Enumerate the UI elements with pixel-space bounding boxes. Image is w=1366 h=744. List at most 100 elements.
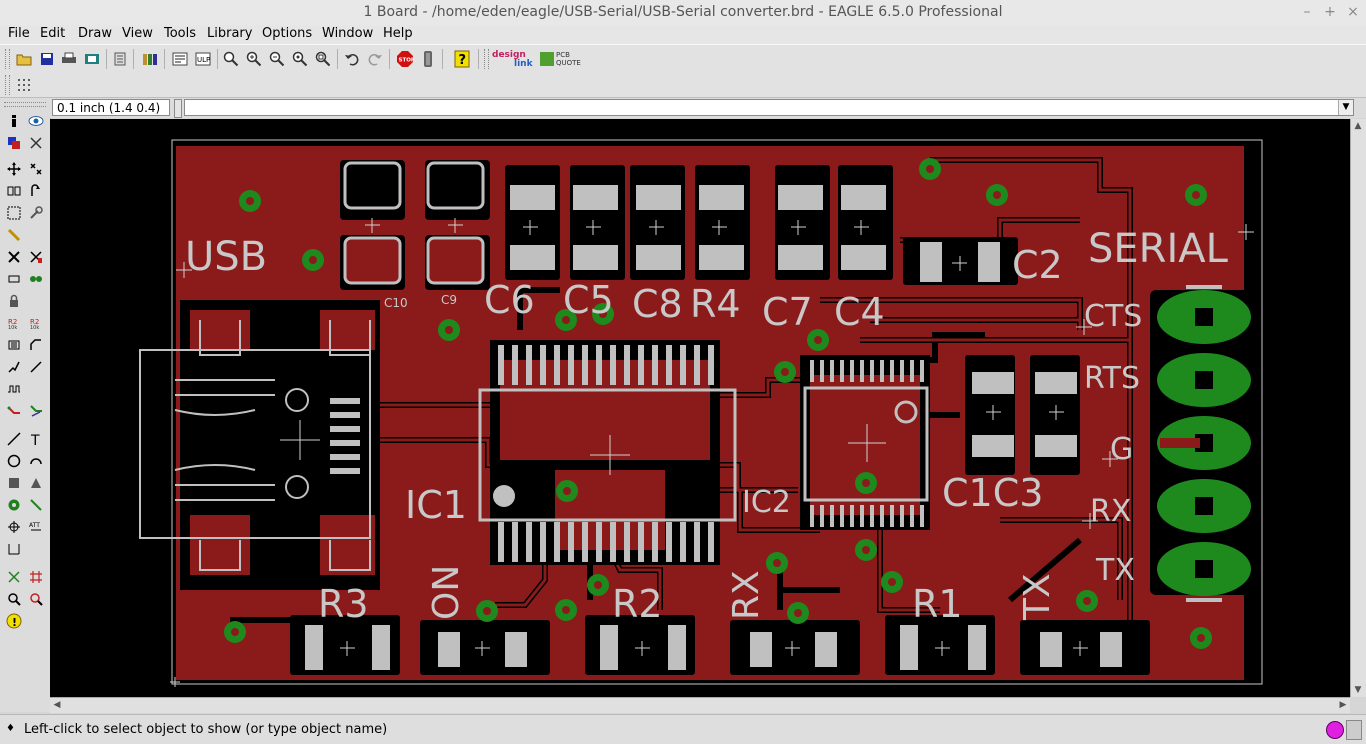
menu-options[interactable]: Options [262,26,312,41]
name-icon[interactable]: R2 10k [5,314,23,332]
zoom-in-icon[interactable] [244,49,264,69]
maximize-button[interactable]: + [1321,4,1339,20]
pinswap-icon[interactable] [5,270,23,288]
replace-icon[interactable] [27,270,45,288]
meander-icon[interactable] [5,380,23,398]
rect-icon[interactable] [5,474,23,492]
vertical-scrollbar[interactable]: ▲ ▼ [1350,119,1366,697]
miter-icon[interactable] [27,336,45,354]
errors-icon[interactable]: ! [5,612,23,630]
status-indicator [1326,721,1344,739]
drc-icon[interactable] [27,590,45,608]
menu-file[interactable]: File [8,26,30,41]
info-icon[interactable] [5,112,23,130]
display-icon[interactable] [5,134,23,152]
toolbar-grip[interactable] [484,49,489,69]
rotate-icon[interactable] [27,182,45,200]
auto-icon[interactable] [27,568,45,586]
dimension-icon[interactable] [5,540,23,558]
cam-icon[interactable] [82,49,102,69]
ulp-icon[interactable]: ULP [193,49,213,69]
board-canvas[interactable]: USB SERIAL C10 C9 C6 C5 C8 R4 C7 C4 C2 C… [50,119,1350,697]
copy-icon[interactable] [27,160,45,178]
ic2-label: IC2 [742,485,791,520]
save-icon[interactable] [37,49,57,69]
via-icon[interactable] [5,496,23,514]
mark-icon[interactable] [27,134,45,152]
design-link-icon[interactable]: design link [492,50,533,70]
move-icon[interactable] [5,160,23,178]
script-icon[interactable] [110,49,130,69]
optimize-icon[interactable] [27,358,45,376]
svg-text:?: ? [459,53,467,68]
command-history-dropdown[interactable]: ▼ [1338,100,1353,115]
zoom-redraw-icon[interactable] [290,49,310,69]
scroll-left-arrow[interactable]: ◀ [50,698,64,712]
pcb-quote-icon[interactable]: PCB QUOTE [540,51,581,69]
go-icon[interactable] [418,49,438,69]
menu-window[interactable]: Window [322,26,373,41]
attribute-icon[interactable]: ATT [27,518,45,536]
value-icon[interactable]: R2 10k [27,314,45,332]
grid-icon[interactable] [14,75,34,95]
menu-view[interactable]: View [122,26,153,41]
mirror-icon[interactable] [5,182,23,200]
open-icon[interactable] [14,49,34,69]
circle-icon[interactable] [5,452,23,470]
zoom-fit-icon[interactable] [221,49,241,69]
scroll-up-arrow[interactable]: ▲ [1351,119,1365,133]
library-icon[interactable] [140,49,160,69]
close-button[interactable]: × [1344,4,1362,20]
route-icon[interactable] [5,402,23,420]
menu-library[interactable]: Library [207,26,252,41]
toolbar-grip[interactable] [5,75,10,95]
scroll-right-arrow[interactable]: ▶ [1336,698,1350,712]
run-script-icon[interactable] [170,49,190,69]
g-label: G [1110,432,1133,467]
ratsnest-icon[interactable] [5,568,23,586]
group-icon[interactable] [5,204,23,222]
redo-icon[interactable] [365,49,385,69]
signal-icon[interactable] [27,496,45,514]
polygon-icon[interactable] [27,474,45,492]
show-icon[interactable] [27,112,45,130]
text-icon[interactable]: T [27,430,45,448]
zoom-out-icon[interactable] [267,49,287,69]
add-icon[interactable] [27,248,45,266]
horizontal-scrollbar[interactable]: ◀ ▶ [50,697,1350,713]
zoom-select-icon[interactable] [313,49,333,69]
paste-icon[interactable] [5,226,23,244]
wire-icon[interactable] [5,430,23,448]
delete-icon[interactable] [5,248,23,266]
toolbar-separator [389,49,390,69]
help-icon[interactable]: ? [452,49,472,69]
title-bar: 1 Board - /home/eden/eagle/USB-Serial/US… [0,0,1366,26]
split-icon[interactable] [5,358,23,376]
stop-icon[interactable]: STOP [395,49,415,69]
r3-label: R3 [318,582,369,626]
smash-icon[interactable] [5,336,23,354]
change-icon[interactable] [27,204,45,222]
menu-draw[interactable]: Draw [78,26,112,41]
svg-text:ULP: ULP [197,56,210,64]
menu-tools[interactable]: Tools [164,26,196,41]
hole-icon[interactable] [5,518,23,536]
c10-label: C10 [384,296,408,310]
print-icon[interactable] [59,49,79,69]
undo-icon[interactable] [342,49,362,69]
command-row: 0.1 inch (1.4 0.4) ▼ [50,98,1366,118]
scroll-down-arrow[interactable]: ▼ [1351,683,1365,697]
arc-icon[interactable] [27,452,45,470]
erc-icon[interactable] [5,590,23,608]
menu-help[interactable]: Help [383,26,413,41]
palette-grip[interactable] [4,102,46,107]
toolbar-grip[interactable] [5,49,10,69]
command-input[interactable]: ▼ [184,99,1354,116]
status-scroll-grip[interactable] [1346,720,1362,740]
lock-icon[interactable] [5,292,23,310]
ripup-icon[interactable] [27,402,45,420]
minimize-button[interactable]: – [1298,4,1316,20]
design-link-label2: link [514,59,533,69]
svg-text:ATT: ATT [29,522,40,529]
menu-edit[interactable]: Edit [40,26,65,41]
